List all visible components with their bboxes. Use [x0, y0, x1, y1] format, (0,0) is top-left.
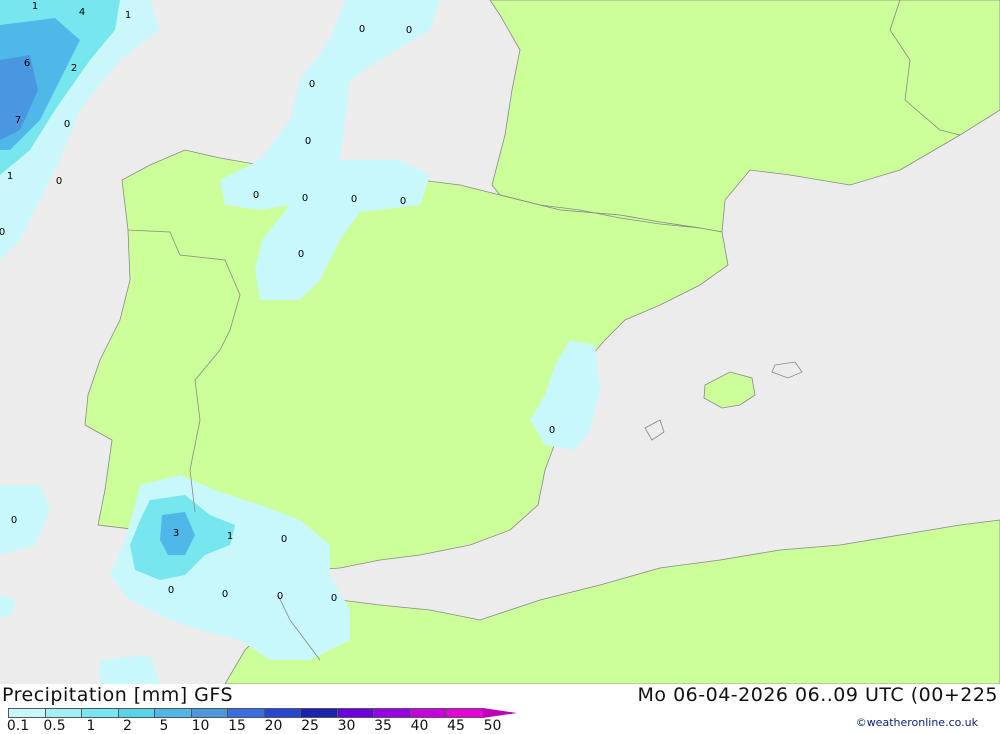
legend-swatch: [117, 708, 154, 718]
map-title: Precipitation [mm] GFS: [2, 684, 234, 706]
legend-tick-label: 10: [191, 718, 210, 734]
legend-tick-label: 0.1: [6, 718, 30, 734]
value-label: 1: [227, 531, 233, 542]
value-label: 4: [79, 7, 85, 18]
value-label: 3: [173, 528, 179, 539]
legend-swatch: [409, 708, 446, 718]
legend-arrow: [482, 708, 517, 718]
value-label: 0: [400, 196, 406, 207]
legend-swatch: [81, 708, 118, 718]
legend-swatch: [8, 708, 45, 718]
forecast-datetime: Mo 06-04-2026 06..09 UTC (00+225: [637, 684, 998, 706]
legend-tick-label: 30: [337, 718, 356, 734]
value-label: 1: [125, 10, 131, 21]
value-label: 0: [281, 534, 287, 545]
value-label: 0: [56, 176, 62, 187]
value-label: 6: [24, 58, 30, 69]
footer: Precipitation [mm] GFS Mo 06-04-2026 06.…: [0, 684, 1000, 734]
value-label: 0: [222, 589, 228, 600]
value-label: 0: [11, 515, 17, 526]
value-label: 0: [277, 591, 283, 602]
legend-swatch: [263, 708, 300, 718]
value-label: 1: [7, 171, 13, 182]
credit-link[interactable]: ©weatheronline.co.uk: [856, 716, 978, 729]
value-label: 0: [253, 190, 259, 201]
legend-tick-label: 2: [123, 718, 132, 734]
legend-swatch: [154, 708, 191, 718]
legend-labels: 0.1 0.5 1 2 5 10 15 20 25 30 35 40 45 50: [0, 718, 520, 734]
value-label: 0: [302, 193, 308, 204]
value-label: 0: [406, 25, 412, 36]
value-label: 0: [298, 249, 304, 260]
legend-tick-label: 35: [374, 718, 392, 734]
value-label: 0: [305, 136, 311, 147]
legend-swatch: [190, 708, 227, 718]
legend-tick-label: 1: [86, 718, 96, 734]
legend-swatch: [336, 708, 373, 718]
legend-tick-label: 15: [228, 718, 246, 734]
legend-swatch: [227, 708, 264, 718]
value-label: 0: [549, 425, 555, 436]
precip-south-blob: [100, 655, 160, 684]
value-label: 1: [32, 1, 38, 12]
value-label: 0: [64, 119, 70, 130]
value-label: 2: [71, 63, 77, 74]
value-label: 0: [351, 194, 357, 205]
value-label: 0: [168, 585, 174, 596]
legend-tick-label: 5: [159, 718, 169, 734]
legend-swatch: [373, 708, 410, 718]
legend-swatch: [44, 708, 81, 718]
legend-tick-label: 20: [264, 718, 283, 734]
value-label: 0: [309, 79, 315, 90]
legend-tick-label: 25: [301, 718, 319, 734]
value-label: 0: [0, 227, 5, 238]
value-label: 0: [359, 24, 365, 35]
legend-tick-label: 0.5: [43, 718, 66, 734]
legend-tick-label: 40: [410, 718, 429, 734]
legend-tick-label: 45: [447, 718, 465, 734]
legend-swatch: [300, 708, 337, 718]
precipitation-map: 1 4 1 6 2 7 0 1 0 0 0 0 0 0 0 0 0 0 0 0 …: [0, 0, 1000, 684]
value-label: 7: [15, 115, 21, 126]
legend-swatch: [446, 708, 483, 718]
legend-tick-label: 50: [483, 718, 502, 734]
value-label: 0: [331, 593, 337, 604]
